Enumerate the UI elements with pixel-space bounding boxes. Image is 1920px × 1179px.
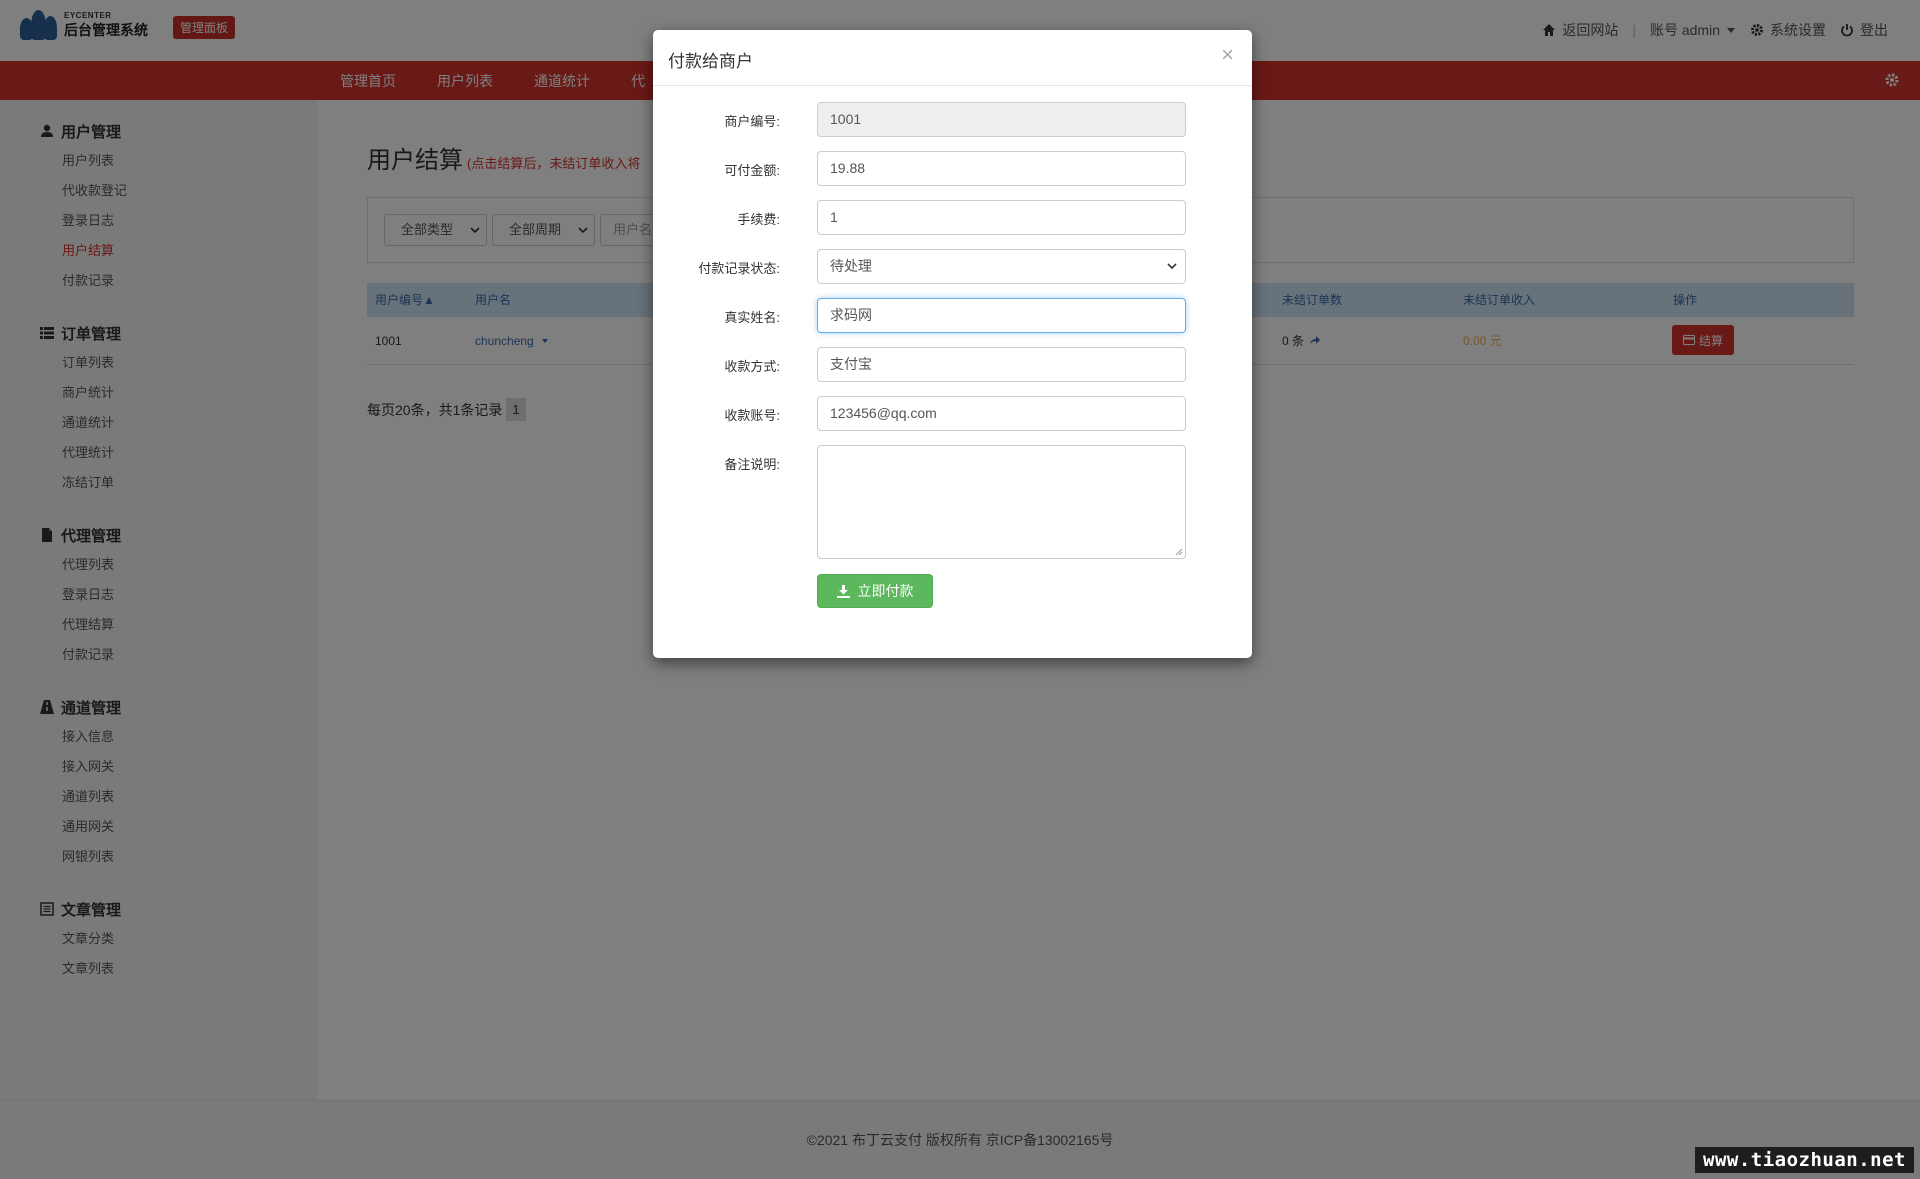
- receiving-account-input[interactable]: 123456@qq.com: [817, 396, 1186, 431]
- payment-status-select[interactable]: 待处理: [817, 249, 1186, 284]
- payment-method-input[interactable]: 支付宝: [817, 347, 1186, 382]
- payment-method-label: 收款方式:: [724, 359, 780, 374]
- modal-title: 付款给商户: [668, 52, 753, 71]
- remark-textarea[interactable]: [817, 445, 1186, 559]
- remark-label: 备注说明:: [724, 457, 780, 472]
- real-name-input[interactable]: 求码网: [817, 298, 1186, 333]
- close-icon[interactable]: ×: [1221, 42, 1234, 68]
- real-name-label: 真实姓名:: [724, 310, 780, 325]
- modal-header: 付款给商户 ×: [653, 30, 1252, 86]
- pay-now-button[interactable]: 立即付款: [817, 574, 933, 608]
- payment-status-value: 待处理: [830, 258, 872, 274]
- merchant-id-label: 商户编号:: [724, 114, 780, 129]
- watermark: www.tiaozhuan.net: [1695, 1147, 1914, 1173]
- receiving-account-label: 收款账号:: [724, 408, 780, 423]
- fee-label: 手续费:: [737, 212, 780, 227]
- pay-merchant-modal: 付款给商户 × 商户编号: 1001 可付金额: 19.88 手续费: 1 付款…: [653, 30, 1252, 658]
- fee-input[interactable]: 1: [817, 200, 1186, 235]
- payable-amount-input[interactable]: 19.88: [817, 151, 1186, 186]
- pay-now-label: 立即付款: [857, 583, 914, 599]
- payment-status-label: 付款记录状态:: [698, 261, 780, 276]
- resize-handle-icon[interactable]: [1175, 548, 1183, 556]
- merchant-id-input: 1001: [817, 102, 1186, 137]
- download-icon: [836, 584, 850, 598]
- chevron-down-icon: [1167, 263, 1177, 270]
- payable-amount-label: 可付金额:: [724, 163, 780, 178]
